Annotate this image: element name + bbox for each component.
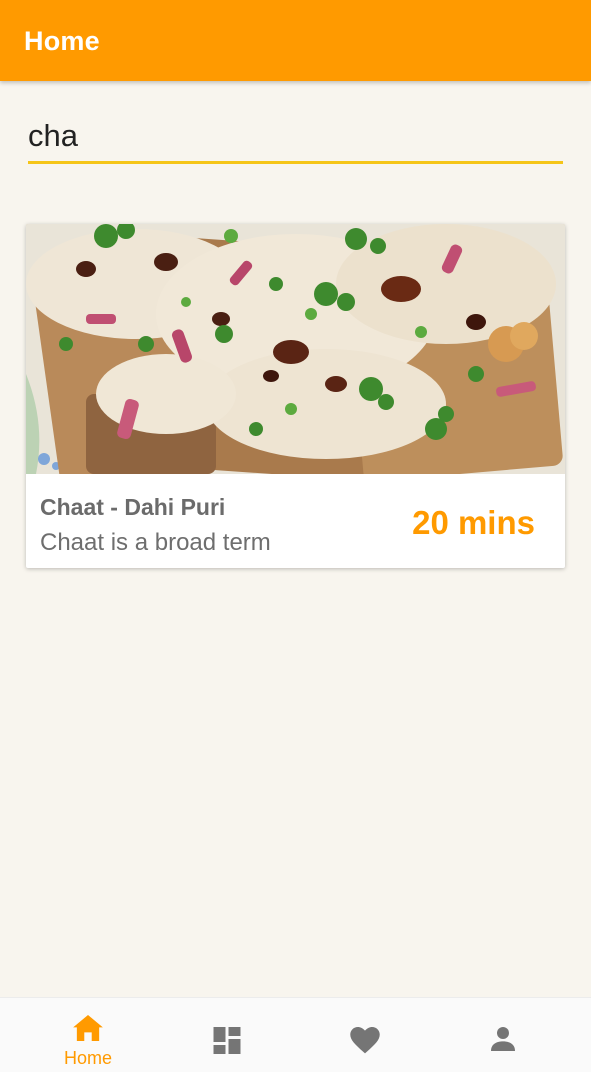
nav-item-profile[interactable]	[433, 998, 573, 1072]
bottom-navigation: Home	[0, 997, 591, 1072]
app-screen: Home cha Chaat - Dahi Puri Chaat is a br…	[0, 0, 591, 1072]
dashboard-icon	[213, 1027, 241, 1054]
app-bar: Home	[0, 0, 591, 81]
nav-label-home: Home	[63, 1048, 112, 1068]
search-underline	[28, 161, 563, 164]
page-title: Home	[24, 26, 100, 56]
recipe-image	[26, 224, 565, 474]
nav-item-home[interactable]: Home	[18, 998, 158, 1072]
recipe-title: Chaat - Dahi Puri	[40, 494, 226, 520]
recipe-description: Chaat is a broad term	[40, 529, 271, 556]
search-input[interactable]	[28, 110, 563, 162]
home-icon	[73, 1015, 103, 1041]
heart-icon	[350, 1027, 380, 1054]
nav-item-dashboard[interactable]	[157, 998, 297, 1072]
person-icon	[491, 1027, 515, 1051]
nav-item-favorites[interactable]	[295, 998, 435, 1072]
recipe-time: 20 mins	[412, 504, 535, 541]
search-field	[28, 110, 563, 165]
recipe-card[interactable]: Chaat - Dahi Puri Chaat is a broad term …	[26, 224, 565, 568]
